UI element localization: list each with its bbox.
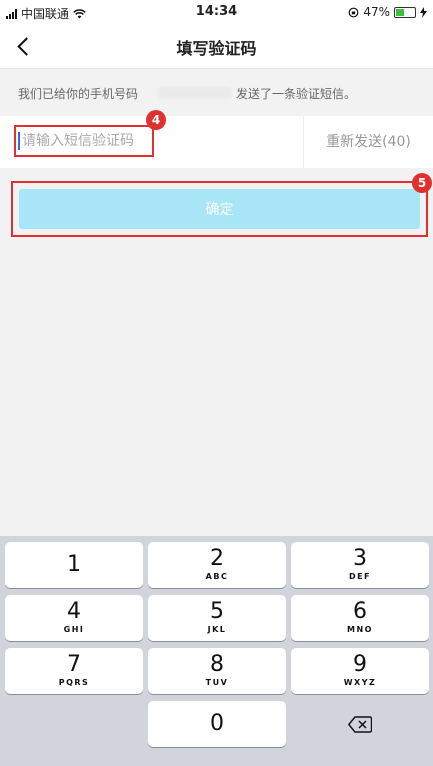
- key-empty: [5, 701, 143, 747]
- key-letters: TUV: [205, 678, 229, 687]
- notice-prefix: 我们已给你的手机号码: [18, 87, 139, 101]
- status-right: 47%: [348, 5, 427, 19]
- key-letters: WXYZ: [343, 678, 377, 687]
- notice-suffix: 发送了一条验证短信。: [236, 87, 357, 101]
- key-digit: 9: [353, 652, 367, 677]
- key-digit: 6: [353, 599, 367, 624]
- key-0[interactable]: 0: [148, 701, 286, 747]
- key-8[interactable]: 8 TUV: [148, 648, 286, 694]
- numeric-keypad: 1 2 ABC 3 DEF 4 GHI 5 JKL 6 MNO 7 PQRS 8…: [0, 536, 433, 766]
- confirm-highlight-box: 确定: [11, 181, 428, 237]
- confirm-button[interactable]: 确定: [19, 189, 420, 229]
- code-input-row: 重新发送(40): [0, 116, 433, 168]
- key-digit: 0: [210, 711, 224, 736]
- key-9[interactable]: 9 WXYZ: [291, 648, 429, 694]
- key-digit: 1: [67, 552, 81, 577]
- text-caret: [18, 132, 20, 150]
- key-letters: DEF: [348, 572, 372, 581]
- charging-icon: [420, 6, 427, 18]
- battery-percent: 47%: [363, 5, 390, 19]
- annotation-marker-4: 4: [146, 110, 166, 130]
- key-letters: MNO: [347, 625, 373, 634]
- key-5[interactable]: 5 JKL: [148, 595, 286, 641]
- status-bar: 中国联通 14:34 47%: [0, 0, 433, 24]
- key-digit: 2: [210, 546, 224, 571]
- masked-phone-number: [158, 87, 232, 98]
- key-digit: 3: [353, 546, 367, 571]
- key-letters: GHI: [63, 625, 85, 634]
- key-letters: ABC: [205, 572, 229, 581]
- backspace-icon: [348, 715, 372, 733]
- nav-bar: 填写验证码: [0, 24, 433, 69]
- orientation-lock-icon: [348, 7, 359, 17]
- sms-code-input[interactable]: [14, 125, 154, 157]
- delete-key[interactable]: [291, 701, 429, 747]
- resend-button[interactable]: 重新发送(40): [304, 116, 433, 168]
- key-2[interactable]: 2 ABC: [148, 542, 286, 588]
- key-letters: PQRS: [58, 678, 90, 687]
- key-digit: 4: [67, 599, 81, 624]
- page-title: 填写验证码: [176, 39, 257, 58]
- battery-fill: [396, 8, 404, 16]
- key-digit: 8: [210, 652, 224, 677]
- key-letters: JKL: [207, 625, 227, 634]
- key-digit: 7: [67, 652, 81, 677]
- annotation-marker-5: 5: [412, 173, 432, 193]
- key-digit: 5: [210, 599, 224, 624]
- key-7[interactable]: 7 PQRS: [5, 648, 143, 694]
- key-1[interactable]: 1: [5, 542, 143, 588]
- key-4[interactable]: 4 GHI: [5, 595, 143, 641]
- sms-notice: 我们已给你的手机号码 发送了一条验证短信。: [0, 69, 433, 115]
- battery-icon: [394, 6, 416, 18]
- key-3[interactable]: 3 DEF: [291, 542, 429, 588]
- key-6[interactable]: 6 MNO: [291, 595, 429, 641]
